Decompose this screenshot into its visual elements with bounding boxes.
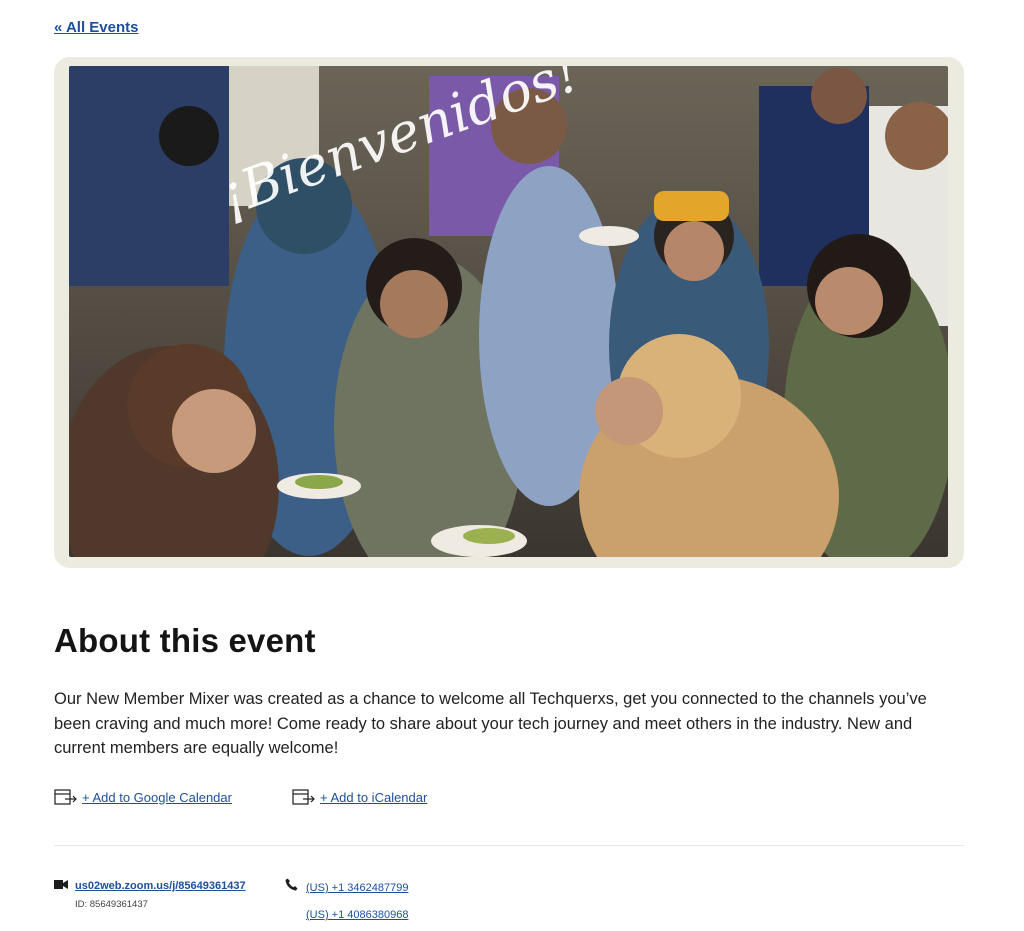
dial-in-number-1[interactable]: (US) +1 3462487799 bbox=[306, 882, 408, 894]
calendar-export-icon bbox=[54, 789, 77, 805]
hero-event-photo: ¡Bienvenidos! bbox=[69, 66, 948, 557]
zoom-meeting-link[interactable]: us02web.zoom.us/j/85649361437 bbox=[75, 880, 246, 892]
dial-in-number-2[interactable]: (US) +1 4086380968 bbox=[306, 909, 408, 921]
about-title: About this event bbox=[54, 622, 316, 659]
video-camera-icon bbox=[54, 880, 68, 889]
calendar-export-icon bbox=[292, 789, 315, 805]
all-events-back-link[interactable]: « All Events bbox=[54, 19, 138, 36]
zoom-meeting-id: ID: 85649361437 bbox=[75, 899, 148, 910]
event-photo-illustration: ¡Bienvenidos! bbox=[69, 66, 948, 557]
phone-icon bbox=[285, 878, 298, 891]
add-google-calendar-link[interactable]: + Add to Google Calendar bbox=[82, 790, 232, 805]
icalendar-row[interactable]: + Add to iCalendar bbox=[292, 788, 427, 806]
section-divider bbox=[54, 845, 964, 846]
add-icalendar-link[interactable]: + Add to iCalendar bbox=[320, 790, 427, 805]
about-description: Our New Member Mixer was created as a ch… bbox=[54, 690, 927, 757]
google-calendar-row[interactable]: + Add to Google Calendar bbox=[54, 788, 232, 806]
